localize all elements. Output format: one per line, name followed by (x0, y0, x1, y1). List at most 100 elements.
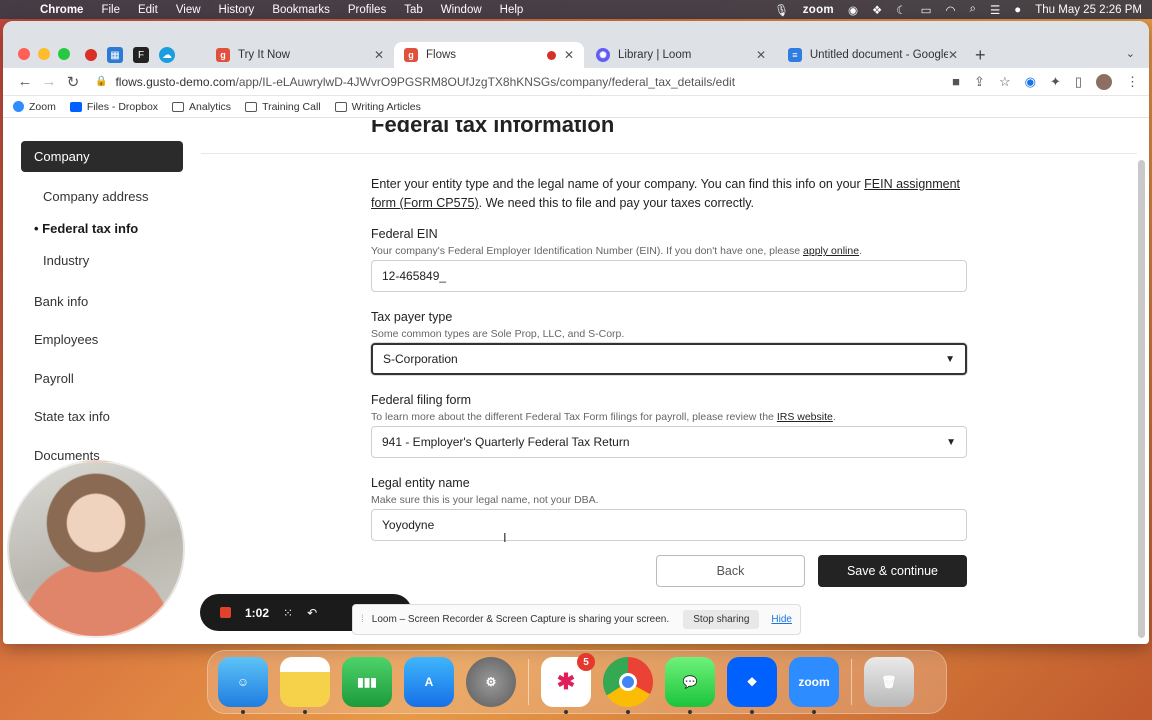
menu-bookmarks[interactable]: Bookmarks (272, 4, 330, 16)
menu-tab[interactable]: Tab (404, 4, 423, 16)
dock-separator (528, 659, 529, 705)
bookmark-zoom[interactable]: Zoom (13, 101, 56, 113)
sidebar-item-bank-info[interactable]: Bank info (21, 282, 183, 321)
sidebar-item-industry[interactable]: Industry (21, 244, 183, 276)
pinned-tab-red-icon[interactable] (85, 49, 97, 61)
password-manager-icon[interactable]: ◉ (848, 3, 858, 17)
menubar: Chrome File Edit View History Bookmarks … (0, 0, 1152, 19)
menu-app-name[interactable]: Chrome (40, 4, 83, 16)
folder-icon (172, 101, 185, 112)
menu-edit[interactable]: Edit (138, 4, 158, 16)
extension-1password-icon[interactable]: ◉ (1025, 74, 1036, 90)
control-center-icon[interactable]: ☰ (990, 3, 1000, 17)
sidebar-item-company[interactable]: Company (21, 141, 183, 172)
undo-icon[interactable]: ↶ (307, 606, 317, 620)
extensions-puzzle-icon[interactable]: ✦ (1050, 74, 1061, 90)
microphone-icon[interactable]: 🎙 (774, 3, 789, 17)
bookmark-writing-articles[interactable]: Writing Articles (334, 100, 421, 113)
menu-file[interactable]: File (101, 4, 120, 16)
wifi-icon[interactable]: ◠ (945, 3, 955, 17)
finder-icon[interactable]: ☺ (218, 657, 268, 714)
trash-icon[interactable]: 🗑 (864, 657, 914, 707)
sidebar-item-company-address[interactable]: Company address (21, 180, 183, 212)
url-host: flows.gusto-demo.com (115, 74, 236, 89)
back-arrow-icon[interactable]: ← (13, 73, 37, 90)
address-bar[interactable]: 🔒 flows.gusto-demo.com/app/IL-eLAuwrylwD… (95, 71, 915, 93)
menubar-clock[interactable]: Thu May 25 2:26 PM (1035, 4, 1142, 16)
lock-icon[interactable]: 🔒 (95, 76, 107, 87)
close-window-icon[interactable] (18, 48, 30, 60)
numbers-icon[interactable]: ▮▮▮ (342, 657, 392, 707)
loom-webcam-bubble[interactable] (7, 460, 185, 638)
app-store-icon[interactable]: A (404, 657, 454, 707)
drag-handle-icon[interactable]: ⁙ (283, 606, 293, 620)
notes-icon[interactable] (280, 657, 330, 714)
filing-form-label: Federal filing form (371, 393, 472, 407)
tab-loom-library[interactable]: ✺ Library | Loom ✕ (586, 42, 776, 68)
menu-window[interactable]: Window (441, 4, 482, 16)
apply-online-link[interactable]: apply online (803, 245, 859, 257)
sidebar-item-state-tax-info[interactable]: State tax info (21, 398, 183, 437)
bookmark-star-icon[interactable]: ☆ (999, 74, 1011, 90)
pinned-tab-f-icon[interactable]: F (133, 47, 149, 63)
grip-icon[interactable]: ⁞ (361, 614, 364, 625)
stop-recording-icon[interactable] (220, 607, 231, 618)
sidebar-item-payroll[interactable]: Payroll (21, 359, 183, 398)
slack-icon[interactable]: ✱ 5 (541, 653, 595, 714)
irs-website-link[interactable]: IRS website (777, 411, 833, 423)
menu-history[interactable]: History (219, 4, 255, 16)
back-button[interactable]: Back (656, 555, 805, 587)
maximize-window-icon[interactable] (58, 48, 70, 60)
side-panel-icon[interactable]: ▯ (1075, 74, 1082, 90)
bookmark-dropbox[interactable]: Files - Dropbox (69, 101, 158, 113)
forward-arrow-icon[interactable]: → (37, 73, 61, 90)
battery-icon[interactable]: ▭ (921, 3, 932, 17)
hide-banner-link[interactable]: Hide (771, 614, 792, 625)
sidebar-item-federal-tax-info[interactable]: • Federal tax info (21, 212, 183, 244)
night-mode-icon[interactable]: ☾ (896, 3, 906, 17)
filing-form-select[interactable]: 941 - Employer's Quarterly Federal Tax R… (371, 426, 967, 458)
menu-help[interactable]: Help (500, 4, 524, 16)
zoom-status[interactable]: zoom (803, 4, 834, 16)
search-icon[interactable]: ⌕ (970, 3, 976, 16)
new-tab-icon[interactable]: + (975, 45, 986, 66)
pinned-tab-calendar-icon[interactable]: ▦ (107, 47, 123, 63)
sidebar: Company Company address • Federal tax in… (21, 141, 183, 475)
sidebar-item-employees[interactable]: Employees (21, 321, 183, 360)
save-continue-button[interactable]: Save & continue (818, 555, 967, 587)
ein-input[interactable]: 12-465849_ (371, 260, 967, 292)
profile-avatar[interactable] (1096, 73, 1112, 90)
filing-form-value: 941 - Employer's Quarterly Federal Tax R… (382, 435, 630, 449)
minimize-window-icon[interactable] (38, 48, 50, 60)
tab-flows[interactable]: g Flows ✕ (394, 42, 584, 68)
camera-in-use-icon[interactable]: ■ (952, 74, 960, 89)
menu-view[interactable]: View (176, 4, 201, 16)
payer-type-select[interactable]: S-Corporation ▼ (371, 343, 967, 375)
close-tab-icon[interactable]: ✕ (374, 48, 384, 62)
tab-google-doc[interactable]: ≡ Untitled document - Google Do ✕ (778, 42, 968, 68)
reload-icon[interactable]: ↻ (61, 73, 85, 91)
bookmark-label: Writing Articles (351, 100, 421, 113)
pinned-tab-cloud-icon[interactable]: ☁ (159, 47, 175, 63)
dropbox-icon[interactable]: ❖ (727, 657, 777, 714)
system-preferences-icon[interactable]: ⚙ (466, 657, 516, 707)
legal-name-input[interactable]: Yoyodyne (371, 509, 967, 541)
dock-separator (851, 659, 852, 705)
close-tab-icon[interactable]: ✕ (756, 48, 766, 62)
stop-sharing-button[interactable]: Stop sharing (683, 610, 760, 629)
bookmark-training-call[interactable]: Training Call (245, 101, 321, 113)
more-menu-icon[interactable]: ⋮ (1126, 74, 1139, 90)
close-tab-icon[interactable]: ✕ (564, 48, 574, 62)
tab-try-it-now[interactable]: g Try It Now ✕ (206, 42, 394, 68)
dropbox-menubar-icon[interactable]: ❖ (872, 3, 882, 17)
zoom-app-icon[interactable]: zoom (789, 657, 839, 714)
tab-search-chevron-icon[interactable]: ⌄ (1126, 47, 1135, 60)
siri-icon[interactable]: ● (1014, 4, 1021, 16)
menu-profiles[interactable]: Profiles (348, 4, 386, 16)
share-icon[interactable]: ⇪ (974, 74, 985, 90)
bookmark-analytics[interactable]: Analytics (172, 101, 231, 113)
messages-icon[interactable]: 💬 (665, 657, 715, 714)
close-tab-icon[interactable]: ✕ (948, 48, 958, 62)
page-scrollbar[interactable] (1138, 160, 1145, 638)
chrome-icon[interactable] (603, 657, 653, 714)
